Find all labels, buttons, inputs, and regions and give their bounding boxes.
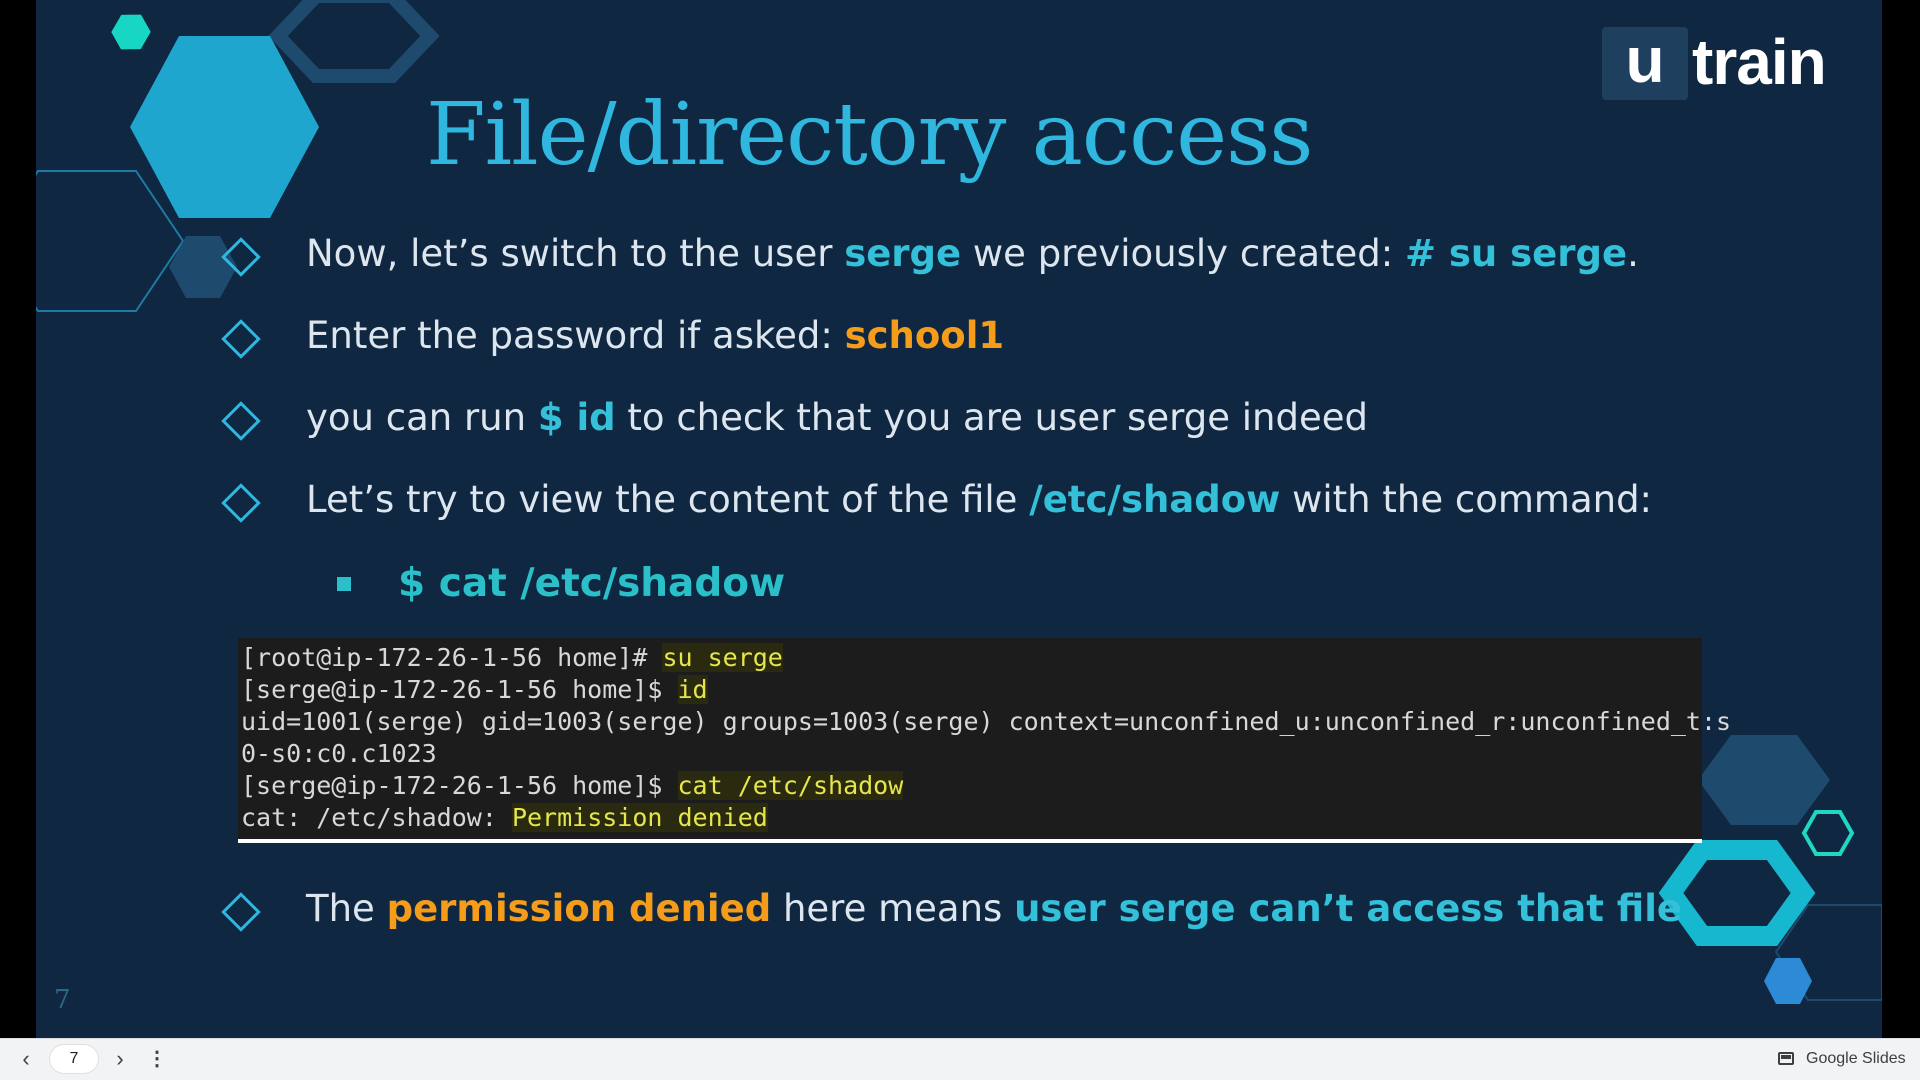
bullet-text: Now, let’s switch to the user [306,232,845,275]
terminal-command: id [677,675,708,704]
bullet-text: Enter the password if asked: [306,314,845,357]
terminal-line: cat: /etc/shadow: Permission denied [241,802,1702,834]
terminal-line: 0-s0:c0.c1023 [241,739,437,768]
bullet-5: The permission denied here means user se… [306,881,1682,937]
slide-title: File/directory access [426,85,1313,185]
highlight-command: $ id [537,396,616,439]
bullet-text: we previously created: [961,232,1405,275]
google-slides-icon [1778,1052,1794,1065]
highlight-permission-denied: permission denied [386,887,772,930]
chevron-left-icon[interactable]: ‹ [14,1047,38,1071]
terminal-command: cat /etc/shadow [677,771,904,800]
more-vert-icon[interactable]: ⋮ [145,1047,169,1071]
bullet-4: Let’s try to view the content of the fil… [306,472,1652,528]
bullet-text: to check that you are user serge indeed [615,396,1368,439]
terminal-line: uid=1001(serge) gid=1003(serge) groups=1… [241,707,1732,736]
bullet-text: Let’s try to view the content of the fil… [306,478,1030,521]
bullet-text: you can run [306,396,538,439]
terminal-prompt: [serge@ip-172-26-1-56 home]$ [241,675,678,704]
terminal-prompt: [root@ip-172-26-1-56 home]# [241,643,663,672]
bullet-3: you can run $ id to check that you are u… [306,390,1368,446]
terminal-line: [serge@ip-172-26-1-56 home]$ id [241,674,1702,706]
terminal-screenshot: [root@ip-172-26-1-56 home]# su serge [se… [238,638,1732,843]
highlight-file: /etc/shadow [1029,478,1281,521]
utrain-logo-box: u [1602,27,1688,100]
terminal-prompt: cat: /etc/shadow: [241,803,512,832]
app-label[interactable]: Google Slides [1806,1050,1906,1068]
chevron-right-icon[interactable]: › [108,1047,132,1071]
sub-bullet-command: $ cat /etc/shadow [398,561,786,606]
highlight-conclusion: user serge can’t access that file [1014,887,1682,930]
bullet-text: . [1627,232,1639,275]
utrain-logo-text: train [1692,26,1827,98]
highlight-command: # su serge [1404,232,1628,275]
terminal-line: [serge@ip-172-26-1-56 home]$ cat /etc/sh… [241,770,1702,802]
terminal-prompt: [serge@ip-172-26-1-56 home]$ [241,771,678,800]
bullet-2: Enter the password if asked: school1 [306,308,1004,364]
slide-canvas: u train File/directory access Now, let’s… [36,0,1882,1038]
terminal-command: su serge [662,643,783,672]
presentation-bottom-bar: ‹ 7 › ⋮ Google Slides [0,1038,1920,1080]
bullet-1: Now, let’s switch to the user serge we p… [306,226,1639,282]
slide-page-number: 7 [54,985,71,1015]
highlight-password: school1 [844,314,1005,357]
terminal-error: Permission denied [511,803,768,832]
current-page-indicator[interactable]: 7 [50,1045,98,1073]
bullet-text: The [306,887,387,930]
square-bullet-icon [337,577,351,591]
highlight-user: serge [844,232,962,275]
bullet-text: with the command: [1280,478,1653,521]
bullet-text: here means [771,887,1015,930]
terminal-line: [root@ip-172-26-1-56 home]# su serge [241,642,1702,674]
